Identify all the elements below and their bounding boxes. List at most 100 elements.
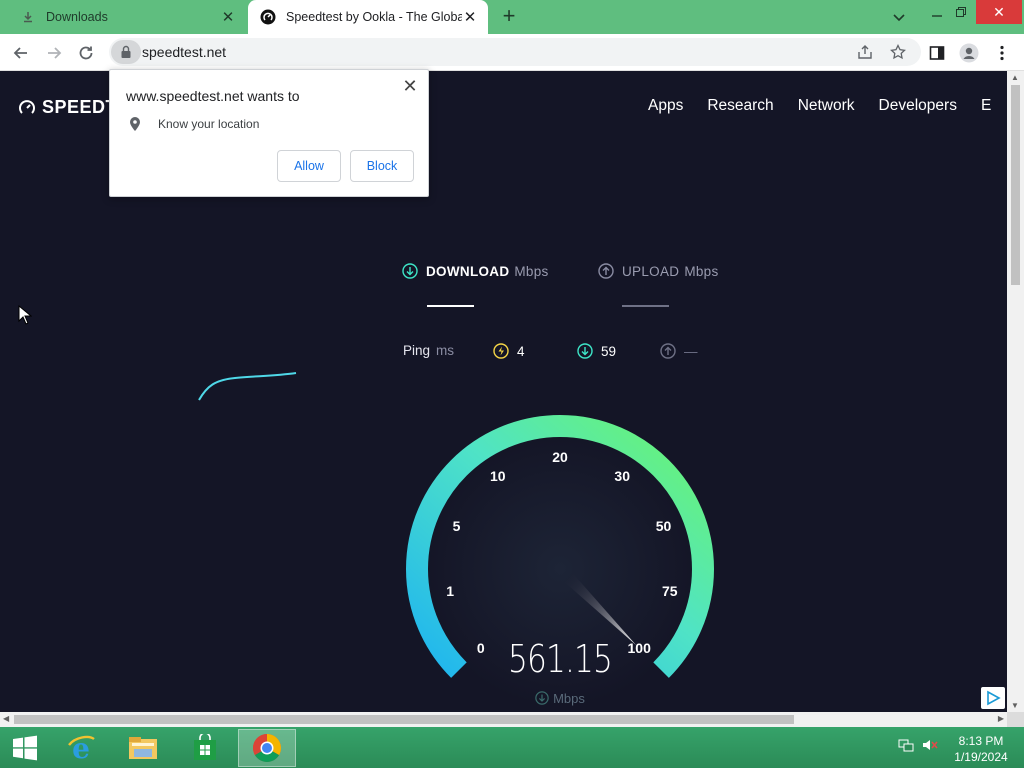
- internet-explorer-icon: e: [68, 733, 95, 763]
- volume-muted-icon[interactable]: [922, 737, 938, 753]
- idle-ping-icon: [493, 343, 509, 359]
- url-text: speedtest.net: [142, 44, 227, 60]
- speedtest-logo-icon: [19, 99, 35, 114]
- block-button[interactable]: Block: [350, 150, 414, 182]
- horizontal-scrollbar[interactable]: ◀ ▶: [0, 712, 1007, 727]
- network-icon[interactable]: [898, 737, 914, 753]
- popup-title: www.speedtest.net wants to: [126, 88, 300, 104]
- ping-idle-value: 4: [517, 343, 525, 359]
- ping-idle: 4: [493, 343, 525, 359]
- download-label: DOWNLOAD: [426, 263, 510, 279]
- upload-arrow-icon: [598, 263, 614, 279]
- download-ping-icon: [577, 343, 593, 359]
- scroll-up-icon[interactable]: ▲: [1011, 73, 1019, 82]
- gauge-tick-label: 30: [614, 468, 630, 484]
- nav-network[interactable]: Network: [798, 97, 855, 115]
- reload-button[interactable]: [73, 40, 99, 66]
- tab-strip: Downloads ✕ Speedtest by Ookla - The Glo…: [0, 0, 1024, 34]
- profile-avatar-icon[interactable]: [958, 42, 980, 64]
- share-icon[interactable]: [856, 43, 874, 61]
- speed-value: 561.15: [507, 637, 613, 681]
- vertical-scrollbar[interactable]: ▲ ▼: [1007, 71, 1024, 712]
- nav-developers[interactable]: Developers: [879, 97, 957, 115]
- clock-time: 8:13 PM: [958, 734, 1004, 748]
- start-button[interactable]: [0, 729, 50, 767]
- new-tab-button[interactable]: +: [497, 5, 521, 29]
- bookmark-star-icon[interactable]: [889, 43, 907, 61]
- ping-unit: ms: [436, 343, 455, 358]
- windows-taskbar: e 8:13 PM 1/19/2024: [0, 727, 1024, 768]
- nav-apps[interactable]: Apps: [648, 97, 683, 115]
- forward-button[interactable]: [41, 40, 67, 66]
- tab-speedtest[interactable]: Speedtest by Ookla - The Global ✕: [248, 0, 488, 34]
- nav-enterprise[interactable]: E: [981, 97, 991, 115]
- close-window-button[interactable]: ✕: [976, 0, 1022, 24]
- speed-gauge: 0 1 5 10 20 30 50 75 100 561.15 Mbps: [395, 411, 725, 711]
- taskbar-chrome[interactable]: [238, 729, 296, 767]
- system-clock[interactable]: 8:13 PM 1/19/2024: [946, 733, 1016, 765]
- side-panel-icon[interactable]: [926, 42, 948, 64]
- download-metric: DOWNLOAD Mbps: [402, 263, 549, 279]
- scroll-right-icon[interactable]: ▶: [998, 714, 1004, 723]
- speedtest-logo[interactable]: SPEEDT: [18, 97, 117, 118]
- download-underline: [427, 305, 474, 307]
- clock-date: 1/19/2024: [954, 750, 1008, 764]
- tab-close-icon[interactable]: ✕: [462, 9, 478, 26]
- download-unit: Mbps: [514, 263, 549, 279]
- speed-unit-label: Mbps: [553, 691, 585, 706]
- tab-downloads[interactable]: Downloads ✕: [8, 0, 246, 34]
- back-button[interactable]: [8, 40, 34, 66]
- mouse-cursor-icon: [18, 305, 32, 325]
- scrollbar-corner: [1007, 712, 1024, 727]
- gauge-tick-label: 10: [490, 468, 506, 484]
- location-pin-icon: [130, 117, 140, 131]
- ping-download: 59: [577, 343, 616, 359]
- scroll-left-icon[interactable]: ◀: [3, 714, 9, 723]
- vertical-scroll-thumb[interactable]: [1011, 85, 1020, 285]
- ad-choices-icon[interactable]: [981, 687, 1005, 709]
- gauge-tick-label: 5: [453, 518, 461, 534]
- popup-close-icon[interactable]: ✕: [400, 76, 420, 96]
- speed-unit-icon: [535, 691, 549, 705]
- browser-toolbar: speedtest.net: [0, 34, 1024, 71]
- gauge-tick-label: 75: [662, 583, 678, 599]
- address-bar[interactable]: speedtest.net: [109, 38, 921, 66]
- ping-label-group: Ping ms: [403, 343, 454, 358]
- permission-text: Know your location: [158, 117, 260, 131]
- logo-text: SPEEDT: [42, 97, 118, 117]
- upload-label: UPLOAD: [622, 263, 680, 279]
- ping-upload: —: [660, 343, 698, 359]
- upload-underline: [622, 305, 669, 307]
- tab-search-icon[interactable]: [888, 6, 910, 28]
- lock-icon[interactable]: [111, 40, 141, 64]
- speedtest-icon: [260, 9, 276, 25]
- tab-title: Speedtest by Ookla - The Global: [286, 10, 462, 24]
- speed-graph-line: [198, 372, 297, 401]
- nav-research[interactable]: Research: [707, 97, 773, 115]
- taskbar-file-explorer[interactable]: [114, 729, 172, 767]
- tab-close-icon[interactable]: ✕: [220, 9, 236, 26]
- folder-icon: [129, 737, 157, 759]
- chrome-icon: [253, 734, 281, 762]
- top-nav: Apps Research Network Developers E: [648, 97, 1007, 115]
- ping-download-value: 59: [601, 343, 617, 359]
- upload-ping-icon: [660, 343, 676, 359]
- upload-metric: UPLOAD Mbps: [598, 263, 719, 279]
- restore-button[interactable]: [944, 0, 978, 24]
- taskbar-store[interactable]: [176, 729, 234, 767]
- download-arrow-icon: [402, 263, 418, 279]
- taskbar-ie[interactable]: e: [52, 729, 110, 767]
- windows-logo-icon: [13, 735, 37, 761]
- gauge-tick-label: 20: [552, 449, 568, 465]
- scroll-down-icon[interactable]: ▼: [1011, 701, 1019, 710]
- ping-upload-value: —: [684, 343, 698, 359]
- download-icon: [20, 9, 36, 25]
- upload-unit: Mbps: [684, 263, 719, 279]
- speed-unit: Mbps: [395, 691, 725, 706]
- location-permission-popup: www.speedtest.net wants to ✕ Know your l…: [109, 69, 429, 197]
- allow-button[interactable]: Allow: [277, 150, 341, 182]
- menu-kebab-icon[interactable]: [991, 42, 1013, 64]
- store-icon: [194, 734, 216, 760]
- horizontal-scroll-thumb[interactable]: [14, 715, 794, 724]
- tab-title: Downloads: [46, 10, 108, 24]
